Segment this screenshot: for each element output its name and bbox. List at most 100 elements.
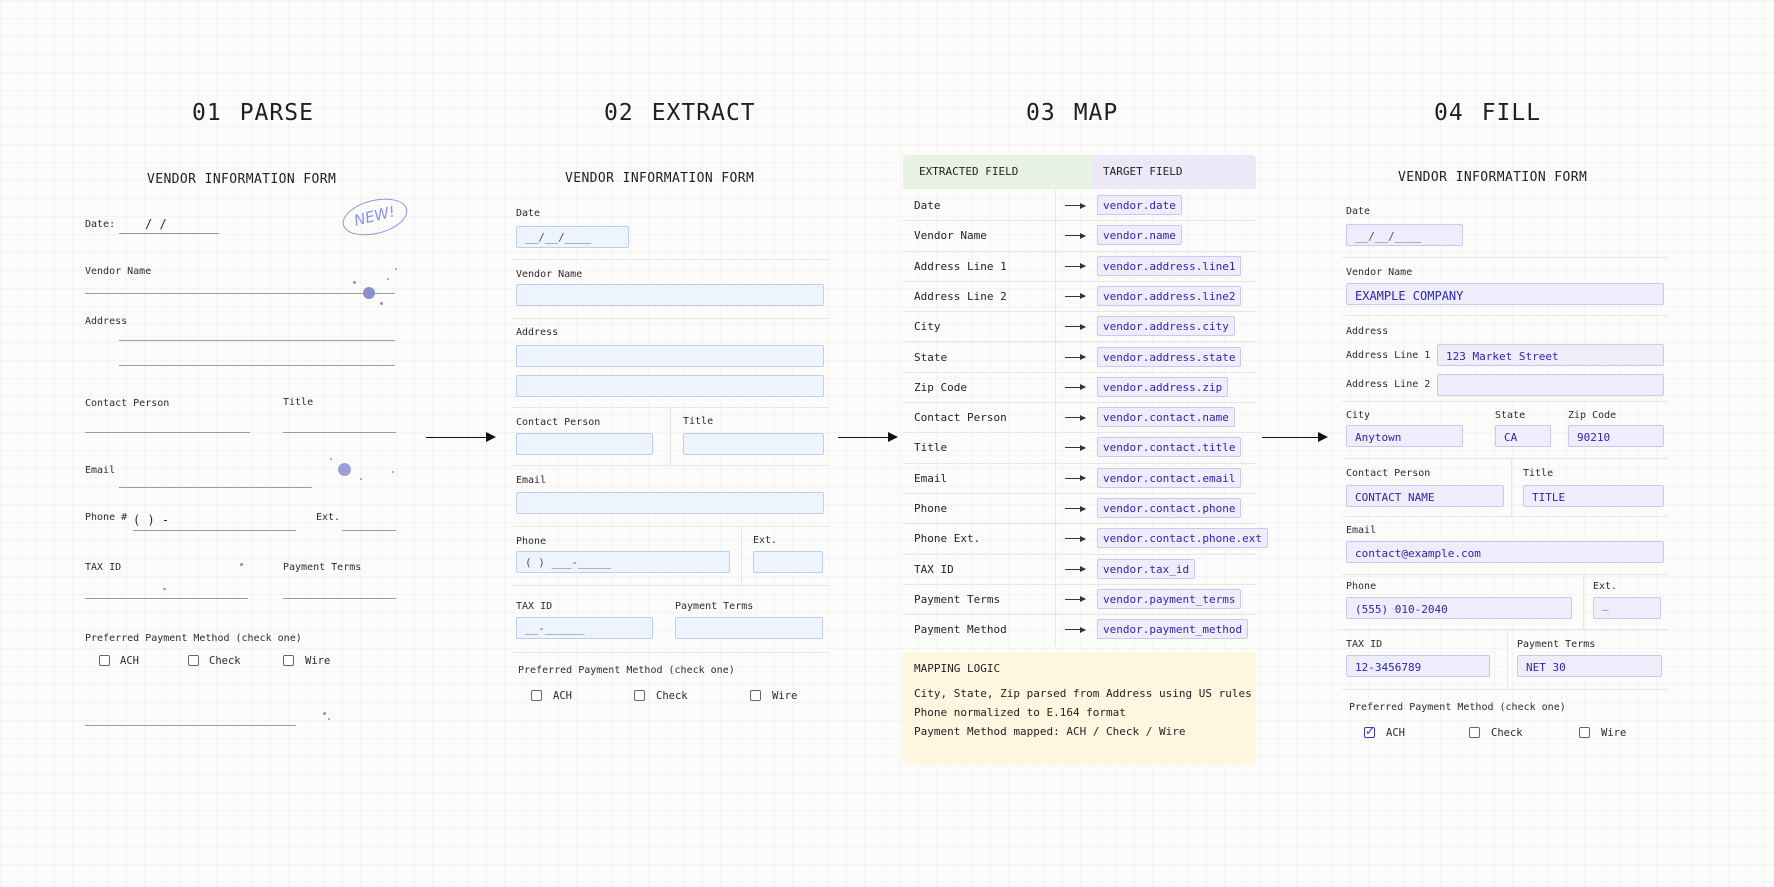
target-field-name: vendor.contact.name bbox=[1097, 407, 1235, 428]
phone-line bbox=[133, 530, 296, 531]
contact-person-line bbox=[85, 432, 250, 433]
flow-arrow-map-fill bbox=[1262, 432, 1328, 442]
date-field[interactable]: __/__/____ bbox=[1346, 224, 1463, 246]
contact-person-field[interactable]: CONTACT NAME bbox=[1346, 485, 1504, 507]
new-stamp-text: NEW! bbox=[352, 202, 397, 230]
state-field[interactable]: CA bbox=[1495, 425, 1551, 447]
email-field[interactable] bbox=[516, 492, 824, 514]
mapping-arrow-icon bbox=[1065, 384, 1086, 391]
phone-label: Phone # bbox=[85, 512, 128, 523]
mapping-row: Address Line 2 vendor.address.line2 bbox=[903, 281, 1256, 313]
extracted-field-name: Address Line 2 bbox=[914, 289, 1007, 303]
target-field-name: vendor.date bbox=[1097, 195, 1182, 215]
extracted-field-name: Contact Person bbox=[914, 411, 1007, 425]
preferred-payment-label: Preferred Payment Method (check one) bbox=[518, 665, 735, 676]
row-divider bbox=[1342, 257, 1668, 258]
mapping-logic-title: MAPPING LOGIC bbox=[914, 662, 1001, 675]
wire-checkbox[interactable] bbox=[750, 690, 761, 701]
ext-line bbox=[342, 530, 396, 531]
tax-id-field[interactable]: 12-3456789 bbox=[1346, 655, 1490, 677]
step-number: 01 bbox=[192, 100, 222, 126]
contact-person-field[interactable] bbox=[516, 433, 653, 455]
target-field-name: vendor.contact.phone bbox=[1097, 498, 1242, 518]
row-divider bbox=[1342, 574, 1668, 575]
address-line-1-field[interactable]: 123 Market Street bbox=[1437, 344, 1664, 366]
phone-field[interactable]: ( ) ___-_____ bbox=[516, 551, 730, 573]
step-title-extract: 02 EXTRACT bbox=[604, 100, 756, 126]
flow-arrow-parse-extract bbox=[426, 432, 496, 442]
address-line-1-field[interactable] bbox=[516, 345, 824, 367]
payment-terms-field[interactable]: NET 30 bbox=[1517, 655, 1662, 677]
mapping-logic-box: MAPPING LOGIC City, State, Zip parsed fr… bbox=[903, 652, 1256, 765]
ext-field[interactable]: — bbox=[1593, 597, 1661, 619]
row-divider bbox=[1342, 629, 1668, 630]
title-field[interactable]: TITLE bbox=[1523, 485, 1664, 507]
wire-checkbox[interactable] bbox=[1579, 727, 1590, 738]
row-divider bbox=[1342, 315, 1668, 316]
wire-label: Wire bbox=[305, 655, 331, 667]
extracted-field-name: Vendor Name bbox=[914, 229, 987, 243]
ach-checkbox[interactable] bbox=[531, 690, 542, 701]
tax-id-field[interactable]: __-______ bbox=[516, 617, 653, 639]
ach-checkbox bbox=[99, 655, 110, 666]
email-field[interactable]: contact@example.com bbox=[1346, 541, 1664, 563]
title-label: Title bbox=[283, 397, 314, 408]
target-field-name: vendor.address.state bbox=[1097, 346, 1242, 367]
vendor-name-field[interactable] bbox=[516, 284, 824, 306]
mapping-row: Vendor Name vendor.name bbox=[903, 220, 1256, 252]
row-divider bbox=[512, 259, 829, 260]
phone-field[interactable]: (555) 010-2040 bbox=[1346, 597, 1572, 619]
ach-label: ACH bbox=[120, 655, 139, 667]
ext-field[interactable] bbox=[753, 551, 823, 573]
address-line-1-label: Address Line 1 bbox=[1346, 350, 1431, 361]
city-field[interactable]: Anytown bbox=[1346, 425, 1463, 447]
contact-person-label: Contact Person bbox=[516, 417, 601, 428]
target-field-name: vendor.tax_id bbox=[1097, 558, 1196, 579]
step-name: PARSE bbox=[239, 100, 314, 126]
mapping-row: Contact Person vendor.contact.name bbox=[903, 402, 1256, 434]
ach-checkbox[interactable] bbox=[1364, 724, 1375, 738]
extracted-field-name: Title bbox=[914, 441, 948, 455]
extracted-field-header: EXTRACTED FIELD bbox=[903, 155, 1091, 189]
date-label: Date bbox=[516, 208, 541, 219]
mapping-arrow-icon bbox=[1065, 414, 1086, 421]
tax-id-line bbox=[85, 598, 248, 599]
mapping-arrow-icon bbox=[1065, 263, 1086, 270]
address-line-2-field[interactable] bbox=[516, 375, 824, 397]
mapping-arrow-icon bbox=[1065, 232, 1086, 239]
payment-terms-field[interactable] bbox=[675, 617, 823, 639]
payment-terms-label: Payment Terms bbox=[283, 562, 362, 573]
date-slashes: / / bbox=[145, 217, 167, 231]
contact-person-label: Contact Person bbox=[1346, 468, 1431, 479]
address-line-2-field[interactable] bbox=[1437, 374, 1664, 396]
email-label: Email bbox=[516, 475, 547, 486]
title-field[interactable] bbox=[683, 433, 824, 455]
date-line bbox=[119, 233, 219, 234]
phone-pattern: ( ) - bbox=[133, 513, 170, 527]
mapping-row: City vendor.address.city bbox=[903, 311, 1256, 343]
mapping-logic-line: Phone normalized to E.164 format bbox=[914, 706, 1126, 719]
date-field[interactable]: __/__/____ bbox=[516, 226, 629, 248]
vendor-name-field[interactable]: EXAMPLE COMPANY bbox=[1346, 283, 1664, 305]
check-checkbox[interactable] bbox=[1469, 727, 1480, 738]
contact-person-label: Contact Person bbox=[85, 398, 170, 409]
zip-code-field[interactable]: 90210 bbox=[1568, 425, 1664, 447]
mapping-row: Phone vendor.contact.phone bbox=[903, 493, 1256, 525]
mapping-arrow-icon bbox=[1065, 626, 1086, 633]
column-divider bbox=[1507, 630, 1508, 688]
vendor-name-label: Vendor Name bbox=[516, 269, 583, 280]
row-divider bbox=[512, 526, 829, 527]
extracted-field-name: Address Line 1 bbox=[914, 259, 1007, 273]
mapping-arrow-icon bbox=[1065, 444, 1086, 451]
tax-id-label: TAX ID bbox=[516, 601, 553, 612]
email-label: Email bbox=[85, 465, 116, 476]
target-field-name: vendor.payment_method bbox=[1097, 619, 1249, 640]
address-line-2 bbox=[119, 365, 395, 366]
extracted-field-name: Zip Code bbox=[914, 380, 967, 394]
check-checkbox[interactable] bbox=[634, 690, 645, 701]
state-label: State bbox=[1495, 410, 1526, 421]
target-field-name: vendor.contact.title bbox=[1097, 437, 1242, 458]
preferred-payment-label: Preferred Payment Method (check one) bbox=[1349, 702, 1566, 713]
extracted-field-name: Payment Method bbox=[914, 623, 1007, 637]
extracted-field-name: State bbox=[914, 350, 948, 364]
